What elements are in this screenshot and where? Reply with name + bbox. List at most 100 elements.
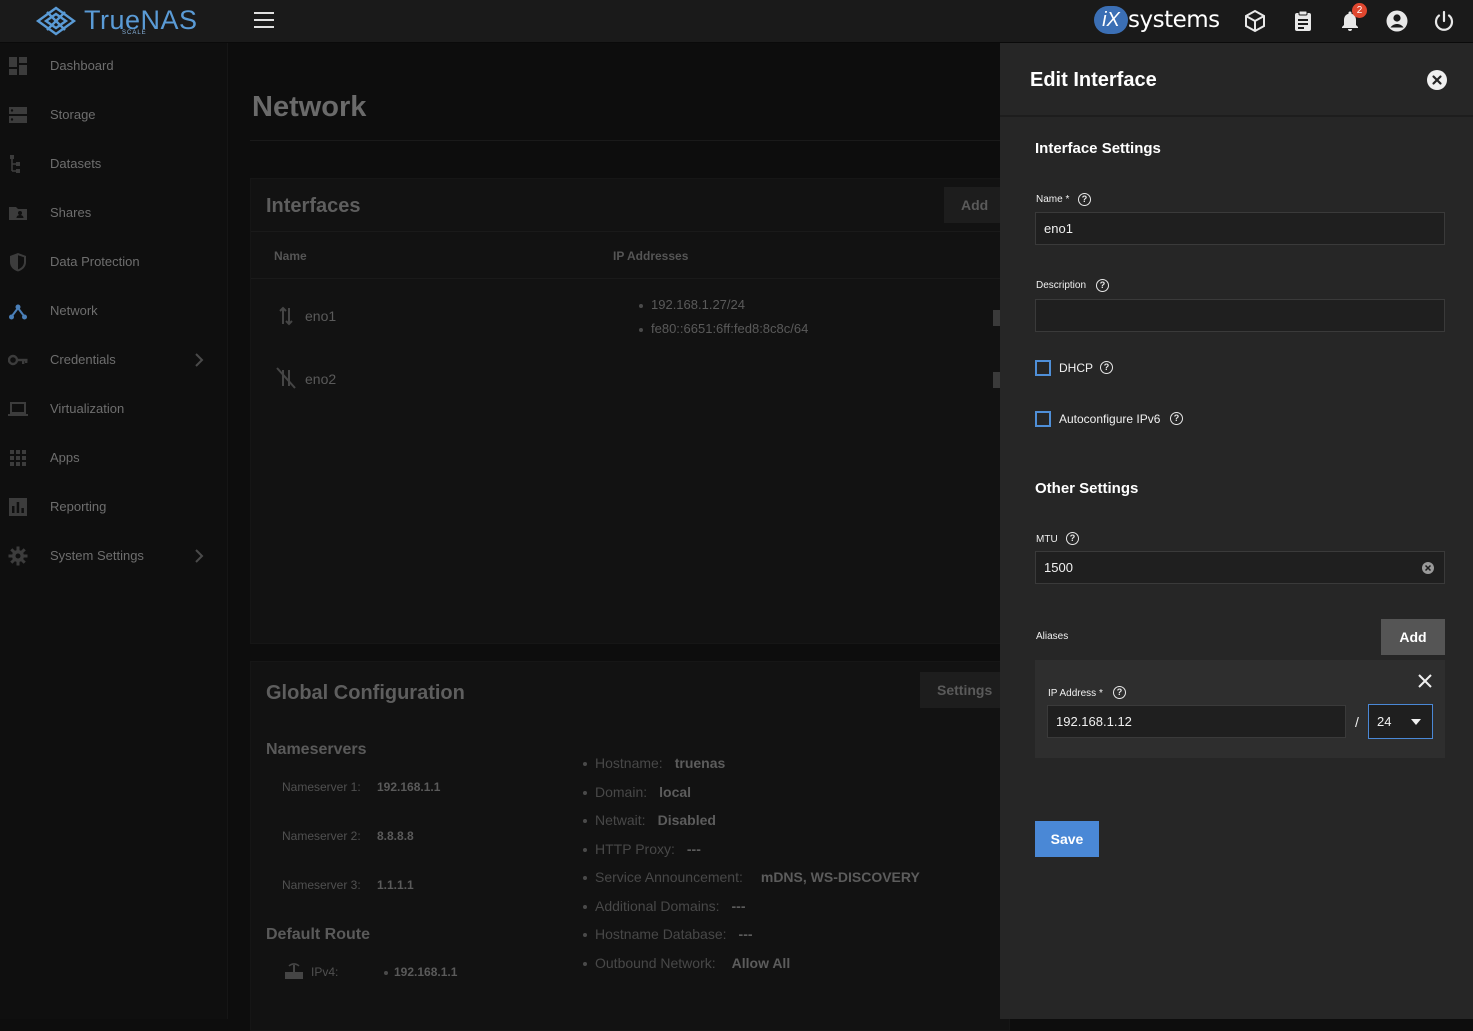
sidebar-item-credentials[interactable]: Credentials	[0, 340, 228, 380]
interfaces-title: Interfaces	[266, 195, 361, 217]
clear-input-icon[interactable]	[1422, 562, 1434, 574]
close-panel-button[interactable]	[1427, 70, 1447, 90]
chevron-right-icon	[195, 353, 204, 367]
laptop-icon	[8, 402, 28, 416]
dashboard-icon	[9, 57, 27, 75]
shield-icon	[10, 253, 26, 272]
help-icon[interactable]: ?	[1113, 686, 1126, 699]
aliases-label: Aliases	[1036, 631, 1069, 642]
chevron-right-icon	[195, 549, 204, 563]
add-alias-button[interactable]: Add	[1381, 619, 1445, 655]
account-circle-icon[interactable]	[1385, 9, 1409, 33]
help-icon[interactable]: ?	[1078, 193, 1091, 206]
truenas-logo[interactable]: TrueNAS SCALE	[34, 3, 197, 39]
help-icon[interactable]: ?	[1100, 361, 1113, 374]
ix-text: systems	[1128, 7, 1220, 33]
add-interface-button[interactable]: Add	[944, 187, 1006, 223]
help-icon[interactable]: ?	[1066, 532, 1079, 545]
col-header-name: Name	[274, 249, 307, 263]
menu-toggle-icon[interactable]	[254, 12, 274, 28]
truecommand-icon[interactable]	[1243, 9, 1267, 33]
ipv4-value: 192.168.1.1	[384, 965, 457, 979]
domain-item: Domain: local	[583, 784, 691, 800]
sidebar-item-virtualization[interactable]: Virtualization	[0, 389, 228, 429]
netmask-select[interactable]: 24	[1368, 704, 1433, 739]
divider	[250, 140, 1000, 141]
http-proxy-item: HTTP Proxy: ---	[583, 841, 701, 857]
notification-count-badge: 2	[1352, 3, 1367, 18]
close-icon	[1432, 75, 1442, 85]
truenas-logo-icon	[35, 6, 77, 36]
additional-domains-item: Additional Domains: ---	[583, 898, 746, 914]
description-input[interactable]	[1035, 299, 1445, 332]
gear-icon	[8, 546, 28, 566]
shares-icon	[9, 207, 27, 220]
dhcp-checkbox[interactable]	[1035, 360, 1051, 376]
netmask-value: 24	[1377, 714, 1392, 729]
alias-item: IP Address * ? / 24	[1035, 660, 1445, 758]
storage-icon	[9, 107, 27, 123]
autoconfigure-ipv6-label: Autoconfigure IPv6	[1059, 412, 1161, 426]
remove-alias-icon[interactable]	[1417, 673, 1433, 689]
name-input[interactable]	[1035, 212, 1445, 245]
description-label: Description	[1036, 280, 1087, 291]
help-icon[interactable]: ?	[1096, 279, 1109, 292]
global-configuration-title: Global Configuration	[266, 682, 465, 704]
ipv4-label: IPv4:	[311, 965, 339, 979]
col-header-ip: IP Addresses	[613, 249, 689, 263]
global-settings-button[interactable]: Settings	[920, 672, 1010, 708]
clipboard-icon[interactable]	[1291, 9, 1315, 33]
sidebar-item-network[interactable]: Network	[0, 291, 228, 331]
router-icon	[285, 963, 303, 979]
panel-title: Edit Interface	[1030, 69, 1157, 91]
mtu-input[interactable]	[1035, 551, 1445, 584]
nameservers-title: Nameservers	[266, 741, 367, 758]
ix-badge: iX	[1094, 6, 1128, 34]
sidebar-item-data-protection[interactable]: Data Protection	[0, 242, 228, 282]
default-route-title: Default Route	[266, 926, 370, 943]
sidebar: Dashboard Storage Datasets Shares Data P…	[0, 43, 228, 1019]
netmask-separator: /	[1355, 714, 1359, 730]
network-icon	[9, 304, 27, 320]
notifications-bell-icon[interactable]: 2	[1338, 3, 1367, 33]
link-off-icon	[276, 367, 296, 389]
interface-name: eno1	[305, 308, 337, 324]
logo-subtext: SCALE	[122, 30, 147, 36]
sidebar-item-apps[interactable]: Apps	[0, 438, 228, 478]
netwait-item: Netwait: Disabled	[583, 812, 716, 828]
datasets-icon	[10, 155, 20, 173]
page-title: Network	[252, 91, 367, 123]
ip-address-label: IP Address *	[1048, 688, 1103, 699]
hostname-database-item: Hostname Database: ---	[583, 926, 753, 942]
name-label: Name *	[1036, 194, 1070, 205]
panel-header: Edit Interface	[1000, 43, 1473, 117]
ixsystems-logo[interactable]: iX systems	[1094, 4, 1220, 38]
chevron-down-icon	[1411, 719, 1421, 725]
service-announcement-item: Service Announcement: mDNS, WS-DISCOVERY	[583, 869, 920, 885]
interface-name: eno2	[305, 371, 337, 387]
sidebar-item-reporting[interactable]: Reporting	[0, 487, 228, 527]
sidebar-item-system-settings[interactable]: System Settings	[0, 536, 228, 576]
other-settings-title: Other Settings	[1035, 480, 1139, 497]
bar-chart-icon	[9, 498, 27, 516]
hostname-item: Hostname: truenas	[583, 755, 725, 771]
ip-address-input[interactable]	[1047, 705, 1346, 738]
global-configuration-card: Global Configuration Settings Nameserver…	[250, 661, 1010, 1031]
sidebar-item-datasets[interactable]: Datasets	[0, 144, 228, 184]
dhcp-label: DHCP	[1059, 361, 1094, 375]
ip-address: fe80::6651:6ff:fed8:8c8c/64	[639, 321, 808, 336]
autoconfigure-ipv6-checkbox[interactable]	[1035, 411, 1051, 427]
power-icon[interactable]	[1432, 9, 1456, 33]
sidebar-item-shares[interactable]: Shares	[0, 193, 228, 233]
key-icon	[8, 354, 28, 366]
help-icon[interactable]: ?	[1170, 412, 1183, 425]
mtu-label: MTU	[1036, 534, 1058, 545]
interfaces-card: Interfaces Add Name IP Addresses eno1 19…	[250, 178, 1010, 644]
link-up-down-icon	[279, 306, 293, 326]
top-bar: TrueNAS SCALE iX systems 2	[0, 0, 1473, 43]
save-button[interactable]: Save	[1035, 821, 1099, 857]
sidebar-item-storage[interactable]: Storage	[0, 95, 228, 135]
sidebar-item-dashboard[interactable]: Dashboard	[0, 46, 228, 86]
main-content: Network Interfaces Add Name IP Addresses…	[228, 43, 1010, 1031]
apps-grid-icon	[10, 450, 26, 466]
